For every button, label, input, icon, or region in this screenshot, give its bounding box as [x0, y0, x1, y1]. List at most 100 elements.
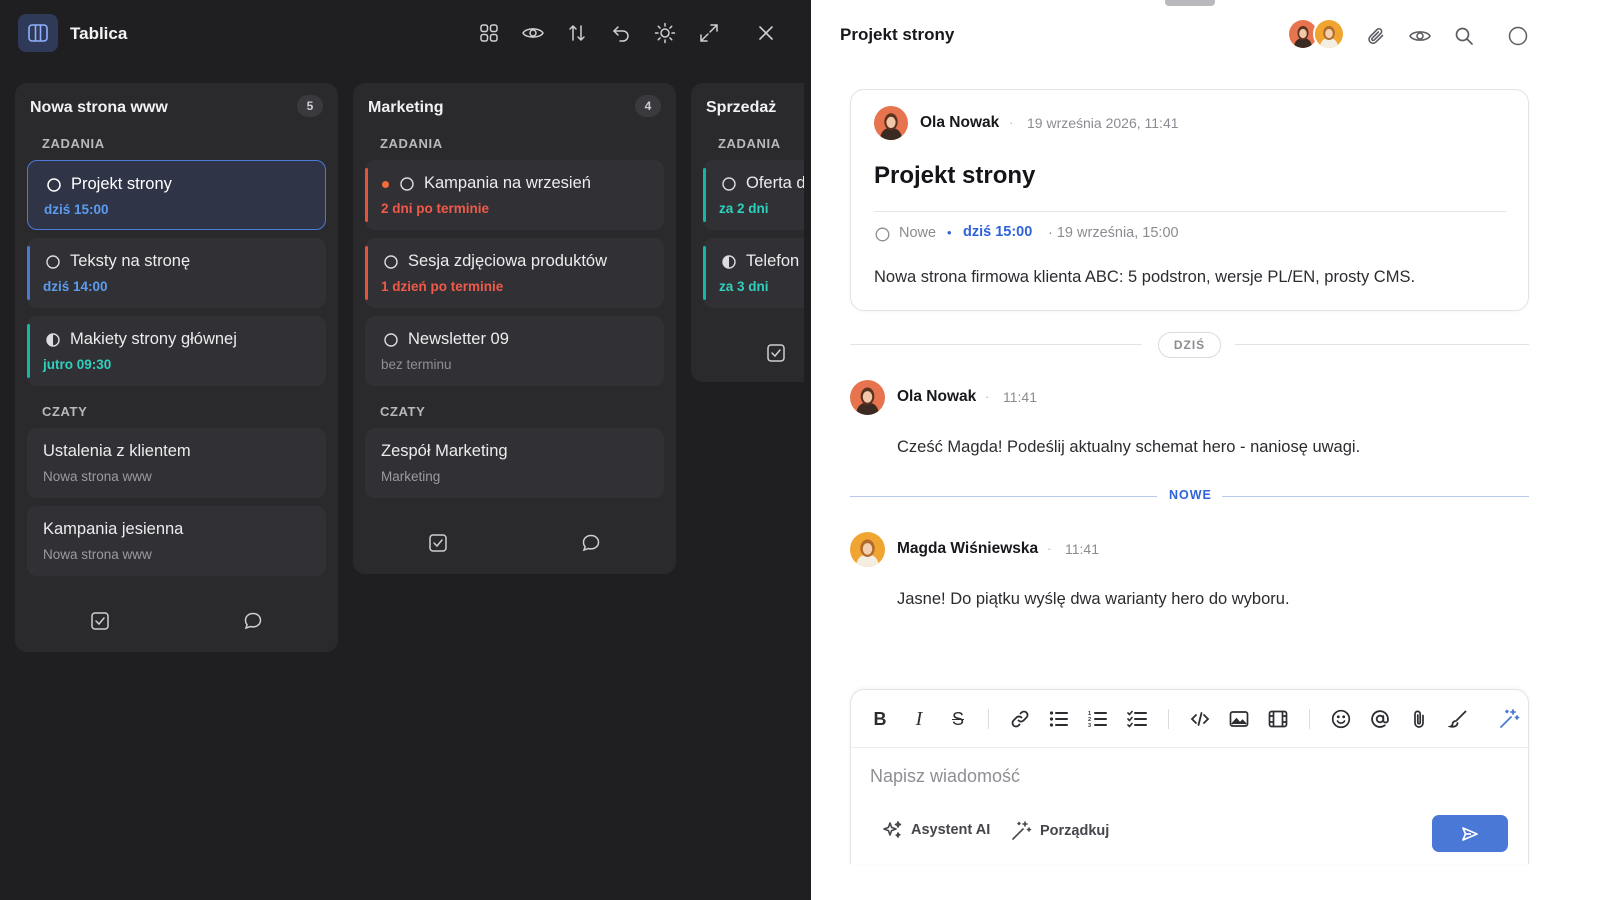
- magic-format-button[interactable]: [1498, 708, 1520, 730]
- section-label-tasks: ZADANIA: [380, 136, 443, 151]
- add-task-checkbox-icon[interactable]: [90, 611, 110, 631]
- separator-dot: ·: [985, 389, 990, 404]
- theme-button[interactable]: [652, 20, 678, 46]
- section-label-chats: CZATY: [380, 404, 426, 419]
- undo-button[interactable]: [608, 20, 634, 46]
- send-button[interactable]: [1432, 815, 1508, 852]
- chat-card[interactable]: Ustalenia z klientem Nowa strona www: [27, 428, 326, 498]
- status-circle-icon[interactable]: [875, 227, 890, 242]
- sort-arrows-icon: [569, 24, 585, 42]
- bold-icon: B: [873, 708, 887, 729]
- send-icon: [1462, 826, 1478, 841]
- circle-icon: [46, 255, 60, 269]
- person-avatar-icon: [850, 380, 885, 415]
- chat-subtitle: Nowa strona www: [43, 547, 152, 562]
- bold-button[interactable]: B: [869, 708, 891, 730]
- task-card[interactable]: Oferta d za 2 dni: [703, 160, 804, 230]
- avatar[interactable]: [850, 532, 885, 567]
- task-due-full: · 19 września, 15:00: [1048, 225, 1179, 241]
- numbered-list-button[interactable]: 123: [1087, 708, 1109, 730]
- column-count-badge: 5: [297, 95, 323, 117]
- board-area: Tablica Nowa strona www 5 ZADANIA Projek…: [0, 0, 811, 900]
- chat-card[interactable]: Zespół Marketing Marketing: [365, 428, 664, 498]
- draw-button[interactable]: [1447, 708, 1469, 730]
- chat-card[interactable]: Kampania jesienna Nowa strona www: [27, 506, 326, 576]
- task-card[interactable]: Newsletter 09 bez terminu: [365, 316, 664, 386]
- priority-bar: [365, 246, 368, 300]
- person-avatar-icon: [850, 532, 885, 567]
- task-due-date[interactable]: dziś 15:00: [963, 224, 1032, 240]
- divider: [850, 496, 1157, 497]
- task-title: Sesja zdjęciowa produktów: [408, 252, 608, 270]
- add-task-checkbox-icon[interactable]: [766, 343, 786, 363]
- task-card[interactable]: Sesja zdjęciowa produktów 1 dzień po ter…: [365, 238, 664, 308]
- message-composer: B I S 123 Napisz wiadomość Asystent AI P…: [850, 689, 1530, 864]
- sun-icon: [654, 22, 676, 44]
- priority-bar: [27, 324, 30, 378]
- checklist-button[interactable]: [1126, 708, 1148, 730]
- tidy-label: Porządkuj: [1040, 823, 1110, 839]
- close-icon: [759, 26, 773, 40]
- visibility-button[interactable]: [520, 20, 546, 46]
- divider: [1235, 344, 1529, 345]
- task-title: Oferta d: [746, 174, 804, 192]
- tidy-button[interactable]: Porządkuj: [1010, 820, 1109, 842]
- strikethrough-button[interactable]: S: [947, 708, 969, 730]
- mention-button[interactable]: [1369, 708, 1391, 730]
- task-card[interactable]: Telefon za 3 dni: [703, 238, 804, 308]
- emoji-button[interactable]: [1330, 708, 1352, 730]
- task-status[interactable]: Nowe: [899, 225, 936, 241]
- avatar[interactable]: [1313, 18, 1345, 50]
- task-author: Ola Nowak: [920, 114, 1000, 131]
- separator-dot: •: [947, 225, 952, 240]
- task-title: Newsletter 09: [408, 330, 509, 348]
- task-card[interactable]: Makiety strony głównej jutro 09:30: [27, 316, 326, 386]
- priority-bar: [27, 246, 30, 300]
- close-board-button[interactable]: [753, 20, 779, 46]
- resize-handle[interactable]: [1165, 0, 1215, 6]
- message-input[interactable]: Napisz wiadomość: [870, 766, 1020, 787]
- ai-assistant-button[interactable]: Asystent AI: [881, 820, 990, 840]
- image-button[interactable]: [1228, 708, 1250, 730]
- magic-wand-icon: [1500, 709, 1520, 728]
- add-task-checkbox-icon[interactable]: [428, 533, 448, 553]
- grid-icon: [480, 24, 498, 42]
- watch-button[interactable]: [1408, 24, 1432, 48]
- board-header: Tablica: [0, 0, 811, 70]
- circle-icon: [1508, 26, 1528, 46]
- add-chat-bubble-icon[interactable]: [581, 533, 601, 553]
- code-button[interactable]: [1189, 708, 1211, 730]
- expand-icon: [700, 24, 718, 42]
- at-sign-icon: [1371, 710, 1389, 728]
- task-detail-panel: Projekt strony Ola Nowak · 19 września 2…: [811, 0, 1600, 900]
- layout-grid-button[interactable]: [476, 20, 502, 46]
- message-text: Cześć Magda! Podeślij aktualny schemat h…: [897, 438, 1361, 456]
- fullscreen-button[interactable]: [696, 20, 722, 46]
- task-card[interactable]: Teksty na stronę dziś 14:00: [27, 238, 326, 308]
- status-toggle-button[interactable]: [1506, 24, 1530, 48]
- board-title: Tablica: [70, 24, 128, 43]
- formatting-toolbar: B I S 123: [851, 690, 1530, 748]
- undo-icon: [612, 26, 629, 42]
- video-button[interactable]: [1267, 708, 1289, 730]
- circle-icon: [400, 177, 414, 191]
- italic-button[interactable]: I: [908, 708, 930, 730]
- attach-file-button[interactable]: [1408, 708, 1430, 730]
- divider: [850, 344, 1142, 345]
- sort-button[interactable]: [564, 20, 590, 46]
- attachments-button[interactable]: [1364, 24, 1388, 48]
- task-card[interactable]: Projekt strony dziś 15:00: [27, 160, 326, 230]
- avatar[interactable]: [850, 380, 885, 415]
- task-card[interactable]: Kampania na wrzesień 2 dni po terminie: [365, 160, 664, 230]
- search-button[interactable]: [1452, 24, 1476, 48]
- separator-dot: ·: [1009, 115, 1014, 130]
- task-title: Projekt strony: [71, 175, 172, 193]
- magic-wand-icon: [1012, 821, 1032, 840]
- search-icon: [1455, 27, 1473, 45]
- add-chat-bubble-icon[interactable]: [243, 611, 263, 631]
- italic-icon: I: [915, 707, 923, 730]
- column-title: Sprzedaż: [706, 99, 777, 116]
- link-button[interactable]: [1009, 708, 1031, 730]
- board-toggle-button[interactable]: [18, 14, 58, 52]
- bullet-list-button[interactable]: [1048, 708, 1070, 730]
